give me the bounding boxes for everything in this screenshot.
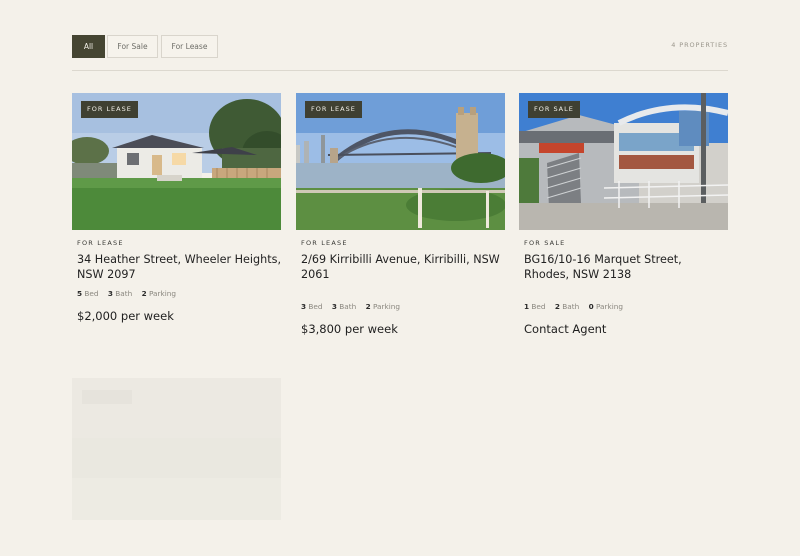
placeholder-photo xyxy=(72,378,281,520)
parking-count: 2 Parking xyxy=(141,289,177,298)
divider xyxy=(72,70,728,71)
photo-badge: FOR SALE xyxy=(528,101,580,118)
bed-count: 5 Bed xyxy=(77,289,99,298)
bath-count: 2 Bath xyxy=(554,302,580,311)
property-photo[interactable]: FOR SALE xyxy=(519,93,728,230)
bath-count: 3 Bath xyxy=(331,302,357,311)
listing-address[interactable]: 34 Heather Street, Wheeler Heights, NSW … xyxy=(72,253,281,282)
listing-price: Contact Agent xyxy=(524,322,607,336)
photo-badge: FOR LEASE xyxy=(305,101,362,118)
property-photo[interactable]: FOR LEASE xyxy=(296,93,505,230)
tab-for-sale[interactable]: For Sale xyxy=(107,35,158,58)
property-card[interactable]: FOR LEASE FOR LEASE 2/69 Kirribilli Aven… xyxy=(296,93,505,336)
listing-address[interactable]: BG16/10-16 Marquet Street, Rhodes, NSW 2… xyxy=(519,253,728,282)
property-card[interactable]: FOR LEASE FOR LEASE 34 Heather Street, W… xyxy=(72,93,281,323)
parking-count: 0 Parking xyxy=(588,302,624,311)
listing-price: $3,800 per week xyxy=(301,322,398,336)
bed-count: 3 Bed xyxy=(301,302,323,311)
loading-card-placeholder xyxy=(72,378,281,520)
listing-status: FOR SALE xyxy=(524,239,566,247)
listing-address[interactable]: 2/69 Kirribilli Avenue, Kirribilli, NSW … xyxy=(296,253,505,282)
tab-for-lease[interactable]: For Lease xyxy=(161,35,218,58)
listing-features: 1 Bed 2 Bath 0 Parking xyxy=(519,302,728,311)
filter-toolbar: All For Sale For Lease 4 PROPERTIES xyxy=(72,35,728,58)
parking-count: 2 Parking xyxy=(365,302,401,311)
listing-status: FOR LEASE xyxy=(301,239,348,247)
tab-all[interactable]: All xyxy=(72,35,105,58)
listing-features: 5 Bed 3 Bath 2 Parking xyxy=(72,289,281,298)
bed-count: 1 Bed xyxy=(524,302,546,311)
property-photo[interactable]: FOR LEASE xyxy=(72,93,281,230)
bath-count: 3 Bath xyxy=(107,289,133,298)
listing-features: 3 Bed 3 Bath 2 Parking xyxy=(296,302,505,311)
property-count: 4 PROPERTIES xyxy=(671,41,728,49)
photo-badge: FOR LEASE xyxy=(81,101,138,118)
listing-status: FOR LEASE xyxy=(77,239,124,247)
listing-price: $2,000 per week xyxy=(77,309,174,323)
property-card[interactable]: FOR SALE FOR SALE BG16/10-16 Marquet Str… xyxy=(519,93,728,336)
